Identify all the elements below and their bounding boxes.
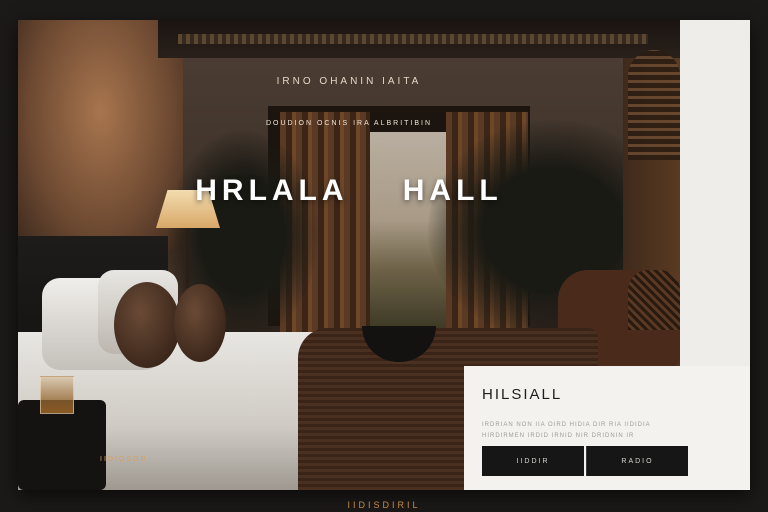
glass: [40, 376, 74, 414]
hero-tagline: IRNO OHANIN IAITA: [276, 76, 422, 87]
hero-title: HRLALA HALL: [195, 174, 503, 207]
primary-button[interactable]: IIDDIR: [482, 446, 584, 476]
cushion: [174, 284, 226, 362]
card-description: IRDRIAN NON IIA OIRD HIDIA DIR RIA IIDID…: [482, 422, 651, 439]
card-title: HILSIALL: [482, 386, 563, 403]
cushion: [114, 282, 180, 368]
website-mockup: IRNO OHANIN IAITA DOUDION OCNIS IRA ALBR…: [18, 20, 750, 490]
info-card: HILSIALL IRDRIAN NON IIA OIRD HIDIA DIR …: [464, 366, 750, 490]
footer-text: IIDISDIRIL: [347, 500, 421, 510]
carved-panel: [628, 50, 680, 160]
secondary-button[interactable]: RADIO: [586, 446, 688, 476]
hero-subtagline: DOUDION OCNIS IRA ALBRITIBIN: [265, 120, 433, 127]
hero-footnote: IIDIOSOR: [100, 456, 148, 463]
